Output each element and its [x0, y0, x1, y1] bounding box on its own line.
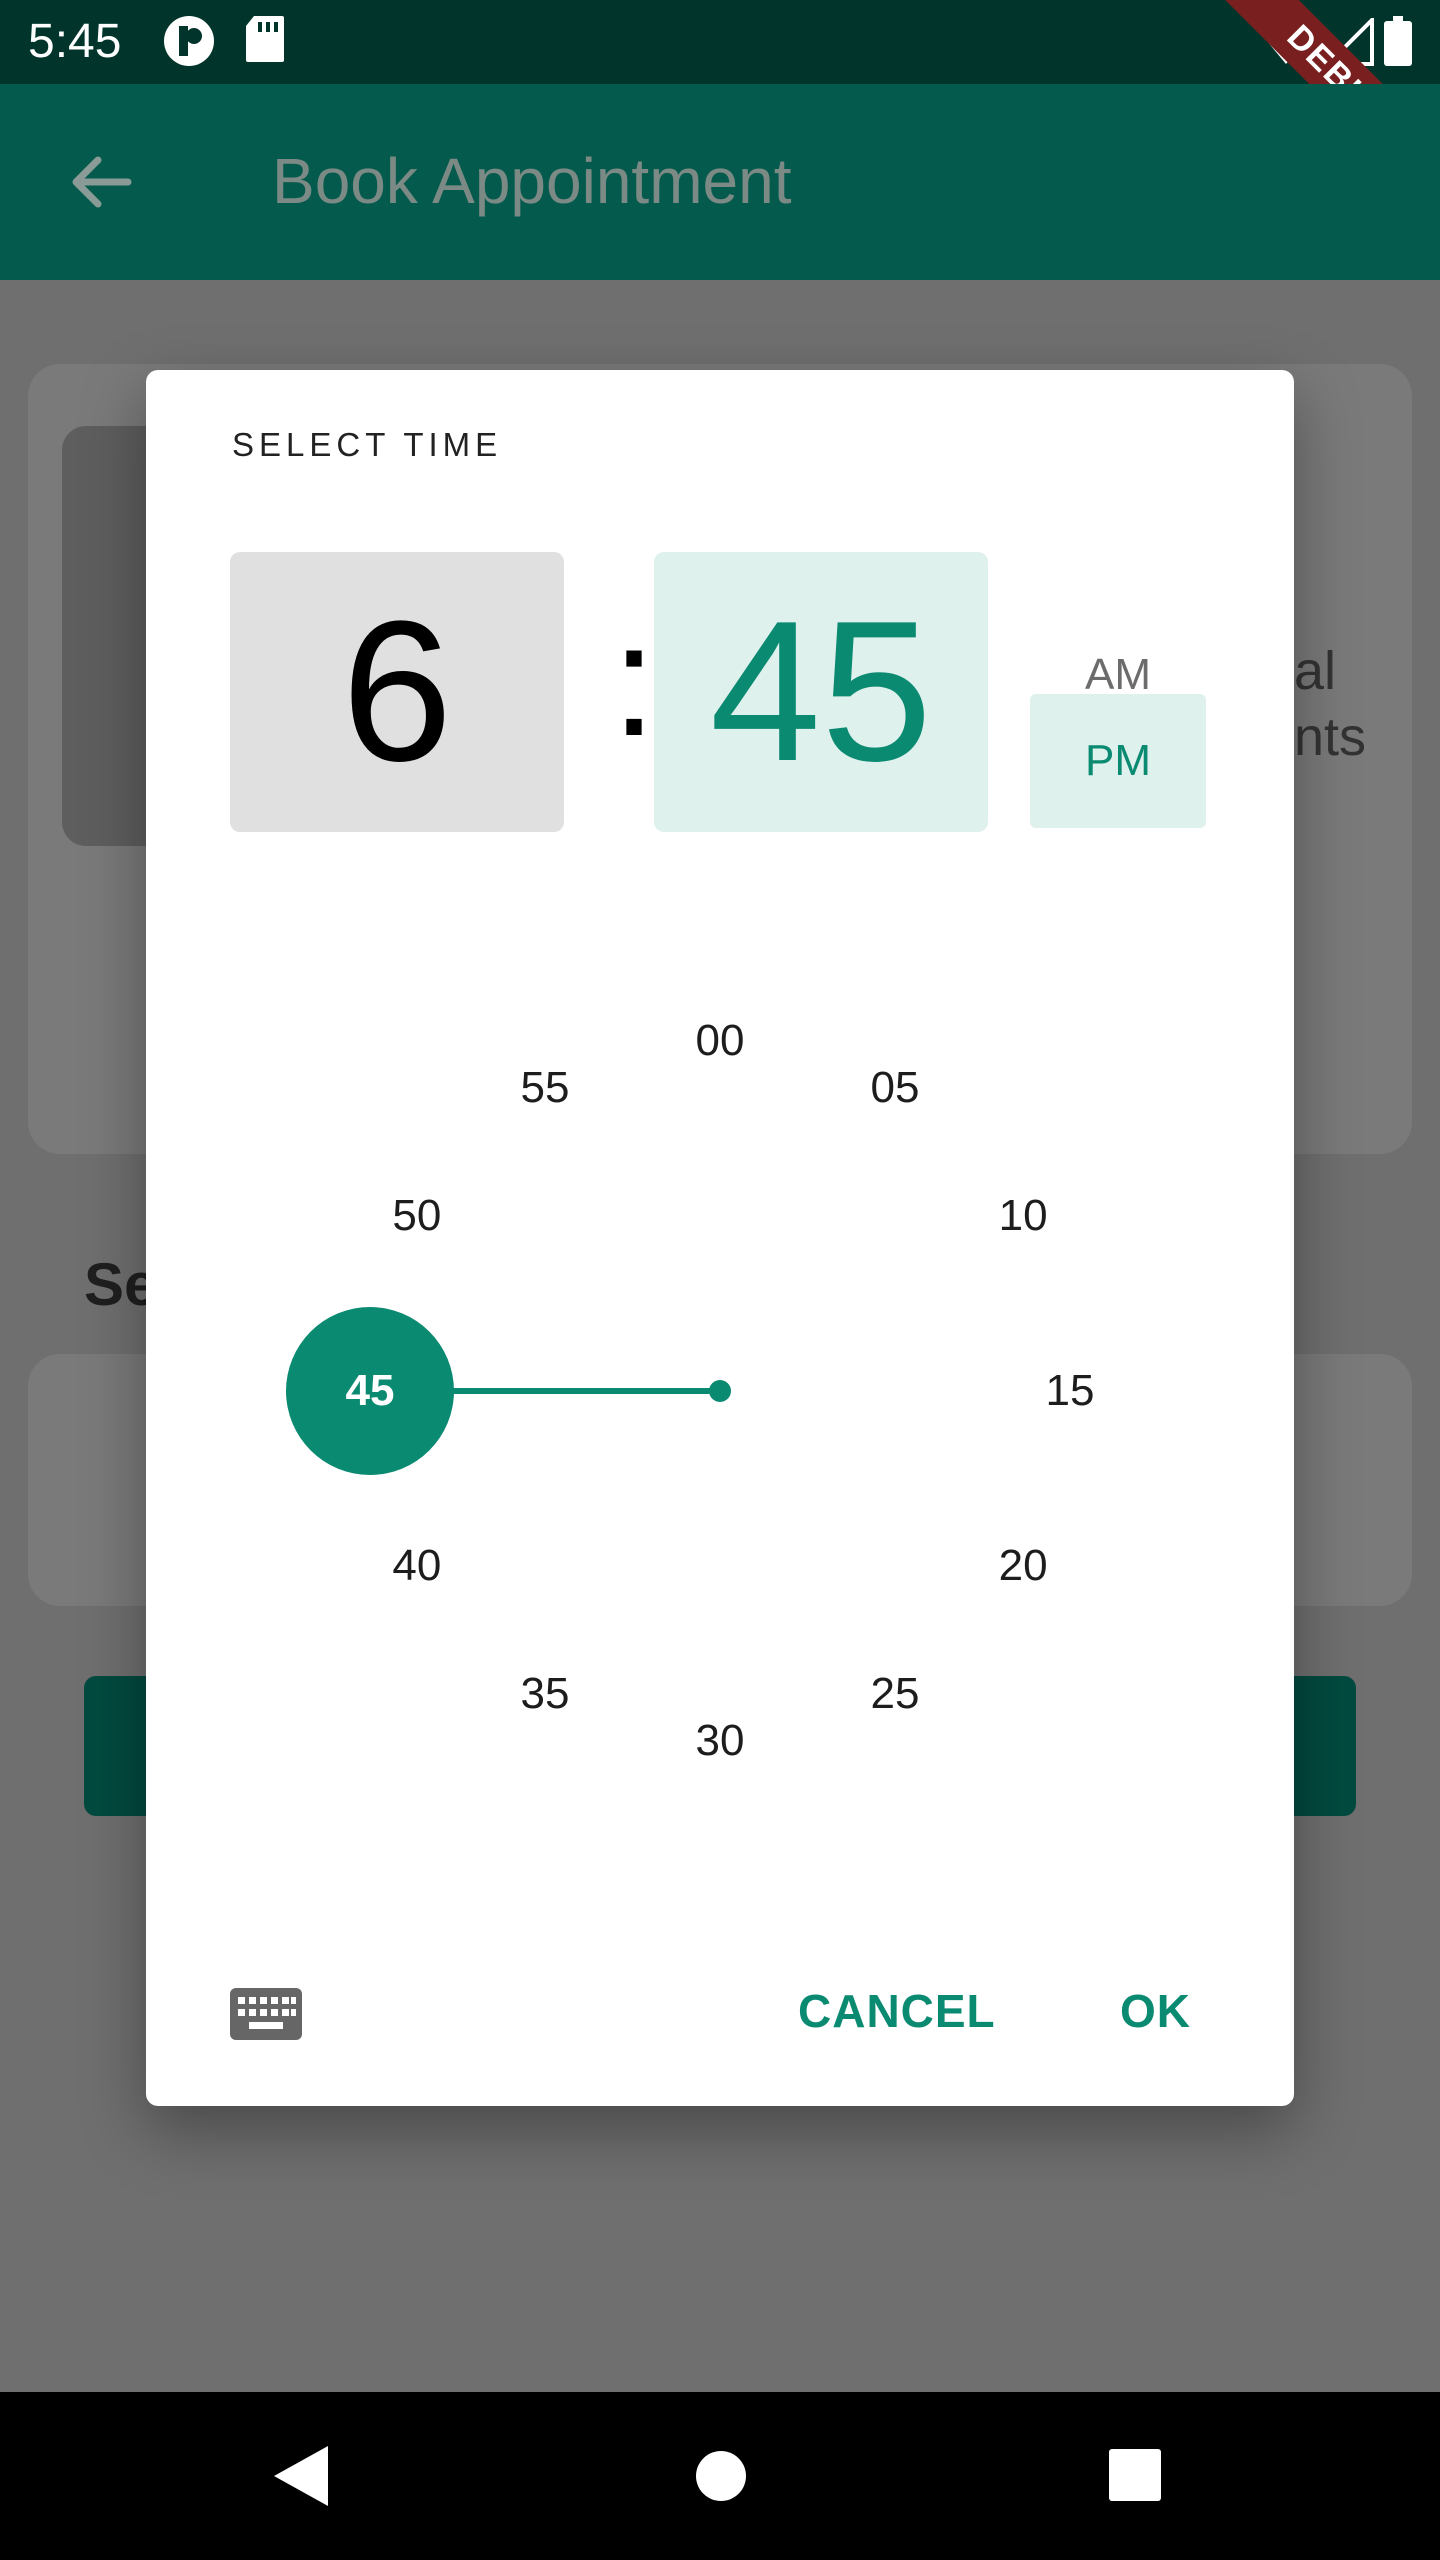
dial-number-50[interactable]: 50: [357, 1186, 477, 1246]
pm-toggle[interactable]: PM: [1030, 694, 1206, 828]
dial-number-05[interactable]: 05: [835, 1058, 955, 1118]
dial-number-25[interactable]: 25: [835, 1664, 955, 1724]
minute-value: 45: [709, 580, 933, 803]
card-text-line1: al: [1294, 641, 1337, 701]
cancel-button[interactable]: CANCEL: [798, 1984, 996, 2038]
navigation-bar: [0, 2392, 1440, 2560]
dial-number-55[interactable]: 55: [485, 1058, 605, 1118]
hour-field[interactable]: 6: [230, 552, 564, 832]
home-nav-icon[interactable]: [695, 2450, 747, 2507]
page-title: Book Appointment: [272, 145, 792, 217]
dial-number-10[interactable]: 10: [963, 1186, 1083, 1246]
dial-number-20[interactable]: 20: [963, 1536, 1083, 1596]
dialog-title: SELECT TIME: [232, 426, 503, 463]
minute-field[interactable]: 45: [654, 552, 988, 832]
arrow-back-icon[interactable]: [58, 140, 142, 224]
keyboard-icon[interactable]: [230, 1988, 302, 2040]
pm-label: PM: [1085, 736, 1151, 785]
dial-center-dot: [709, 1380, 731, 1402]
ok-button[interactable]: OK: [1120, 1984, 1191, 2038]
status-time: 5:45: [28, 15, 122, 68]
dial-number-45[interactable]: 45: [310, 1361, 430, 1421]
time-picker-dialog: SELECT TIME 6 : 45 AM PM 00 05 10 15 20 25 30 3…: [146, 370, 1294, 2106]
back-nav-icon[interactable]: [270, 2444, 332, 2513]
card-text-line2: nts: [1294, 707, 1367, 767]
dial-number-40[interactable]: 40: [357, 1536, 477, 1596]
battery-icon: [1384, 16, 1412, 71]
dial-number-00[interactable]: 00: [660, 1011, 780, 1071]
dial-number-30[interactable]: 30: [660, 1711, 780, 1771]
dial-number-35[interactable]: 35: [485, 1664, 605, 1724]
recents-nav-icon[interactable]: [1108, 2448, 1162, 2507]
sd-card-icon: [244, 14, 286, 69]
am-label: AM: [1085, 650, 1151, 699]
play-store-icon: [162, 14, 216, 73]
status-bar: 5:45 DEBUG: [0, 0, 1440, 217]
hour-value: 6: [341, 580, 453, 803]
dial-number-15[interactable]: 15: [1010, 1361, 1130, 1421]
app-bar: Book Appointment: [0, 84, 1440, 280]
